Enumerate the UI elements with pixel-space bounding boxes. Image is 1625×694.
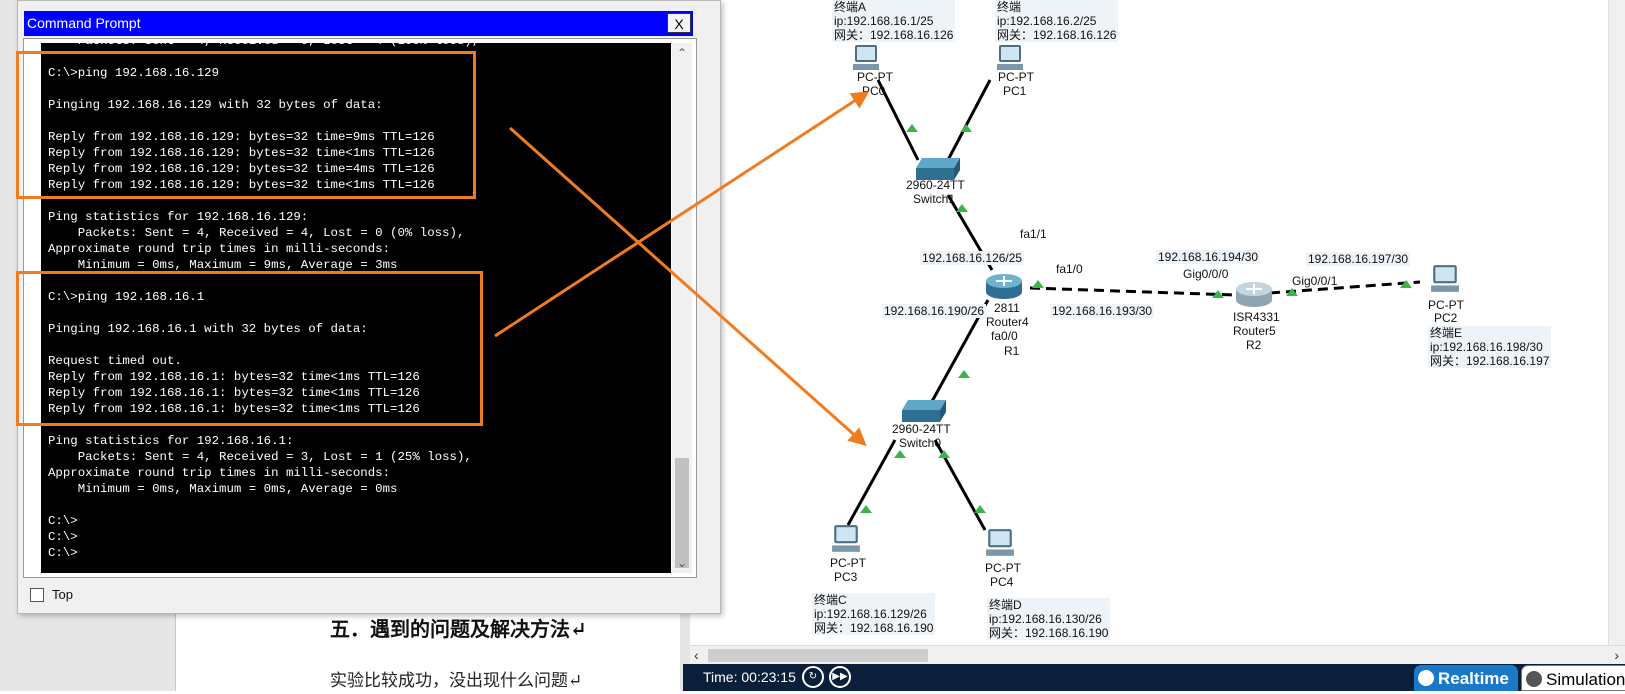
annotation-arrows: [494, 91, 870, 446]
arrow-to-pc3: [509, 126, 867, 446]
arrow-to-pc0: [494, 91, 870, 338]
